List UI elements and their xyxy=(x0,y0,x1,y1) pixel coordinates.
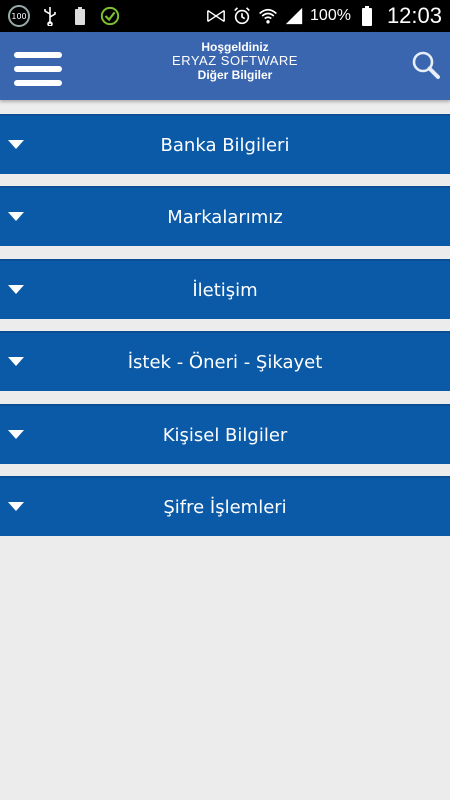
accordion-item-istek-oneri-sikayet[interactable]: İstek - Öneri - Şikayet xyxy=(0,331,450,391)
status-left-icons: 100 xyxy=(8,4,120,28)
accordion-item-label: İstek - Öneri - Şikayet xyxy=(127,351,323,373)
accordion-item-markalarimiz[interactable]: Markalarımız xyxy=(0,186,450,246)
accordion-item-banka-bilgileri[interactable]: Banka Bilgileri xyxy=(0,114,450,174)
wifi-icon xyxy=(258,6,278,26)
accordion-item-sifre-islemleri[interactable]: Şifre İşlemleri xyxy=(0,476,450,536)
battery-icon xyxy=(357,6,377,26)
accordion-item-iletisim[interactable]: İletişim xyxy=(0,259,450,319)
signal-icon xyxy=(284,6,304,26)
menu-bar-top xyxy=(14,52,62,58)
accordion-item-label: Kişisel Bilgiler xyxy=(162,424,288,446)
accordion-item-label: Markalarımız xyxy=(167,206,283,228)
usb-icon xyxy=(40,6,60,26)
accordion-item-label: Şifre İşlemleri xyxy=(163,496,287,518)
page-subtitle: Diğer Bilgiler xyxy=(197,68,273,82)
triangle-down-icon xyxy=(8,430,24,439)
triangle-down-icon xyxy=(8,285,24,294)
status-bar: 100 100% 12:03 xyxy=(0,0,450,32)
check-circle-icon xyxy=(100,6,120,26)
menu-bar-middle xyxy=(14,66,62,72)
company-name: ERYAZ SOFTWARE xyxy=(172,53,298,68)
nfc-icon xyxy=(206,6,226,26)
accordion-item-label: Banka Bilgileri xyxy=(160,134,290,156)
battery-percent: 100% xyxy=(310,7,351,24)
search-icon[interactable] xyxy=(410,50,442,82)
triangle-down-icon xyxy=(8,502,24,511)
header-titles: Hoşgeldiniz ERYAZ SOFTWARE Diğer Bilgile… xyxy=(110,40,360,82)
welcome-text: Hoşgeldiniz xyxy=(201,40,269,54)
alarm-icon xyxy=(232,6,252,26)
accordion-item-label: İletişim xyxy=(192,279,258,301)
menu-bar-bottom xyxy=(14,80,62,86)
triangle-down-icon xyxy=(8,140,24,149)
triangle-down-icon xyxy=(8,357,24,366)
clock-time: 12:03 xyxy=(386,3,442,28)
triangle-down-icon xyxy=(8,212,24,221)
app-header: Hoşgeldiniz ERYAZ SOFTWARE Diğer Bilgile… xyxy=(0,32,450,100)
status-right-icons: 100% 12:03 xyxy=(206,0,442,32)
accordion-item-kisisel-bilgiler[interactable]: Kişisel Bilgiler xyxy=(0,404,450,464)
battery-100-badge-icon: 100 xyxy=(8,5,30,27)
battery-100-small-icon xyxy=(70,6,90,26)
hamburger-menu-icon[interactable] xyxy=(14,52,62,86)
